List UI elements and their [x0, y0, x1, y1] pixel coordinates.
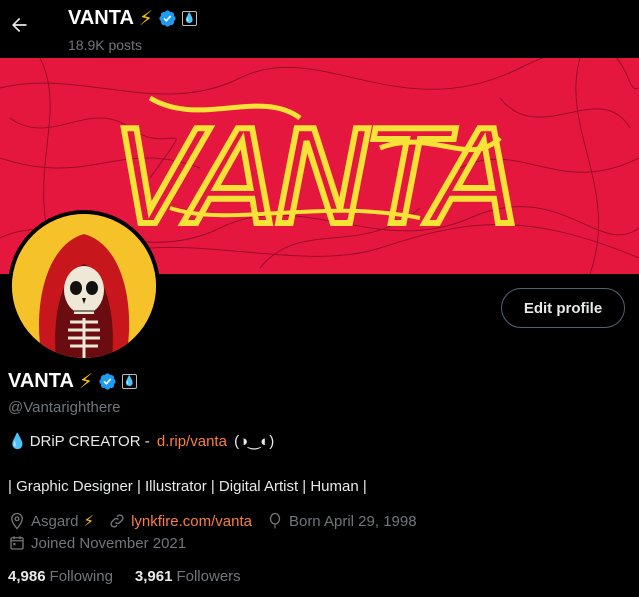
posts-count: 18.9K posts	[68, 37, 142, 53]
drop-badge-icon[interactable]: 💧	[121, 374, 137, 389]
website-link[interactable]: lynkfire.com/vanta	[131, 513, 252, 530]
drop-badge-icon[interactable]: 💧	[181, 11, 197, 26]
profile-handle: @Vantarighthere	[8, 399, 121, 416]
website-item: lynkfire.com/vanta	[108, 512, 252, 530]
profile-name-emoji: ⚡	[78, 371, 93, 393]
header-title-row: VANTA ⚡ 💧	[68, 6, 197, 31]
profile-name: VANTA	[8, 370, 74, 392]
top-bar: VANTA ⚡ 💧 18.9K posts	[0, 0, 639, 58]
profile-meta-row: Asgard ⚡ lynkfire.com/vanta Born April 2…	[8, 512, 431, 530]
joined-row: Joined November 2021	[8, 534, 200, 552]
joined-item: Joined November 2021	[8, 534, 186, 552]
location-pin-icon	[11, 512, 23, 530]
calendar-icon	[10, 536, 24, 550]
avatar-image	[12, 214, 156, 358]
location-item: Asgard ⚡	[8, 512, 94, 530]
following-link[interactable]: 4,986 Following	[8, 568, 113, 585]
link-icon	[110, 514, 124, 528]
followers-link[interactable]: 3,961 Followers	[135, 568, 241, 585]
location-emoji: ⚡	[83, 513, 95, 530]
followers-count: 3,961	[134, 568, 173, 585]
bio-text: DRiP CREATOR -	[29, 432, 154, 450]
droplet-emoji: 💧	[8, 433, 27, 450]
birthday-item: Born April 29, 1998	[266, 512, 417, 530]
arrow-left-icon	[12, 17, 27, 33]
avatar[interactable]	[8, 210, 160, 362]
joined-text: Joined November 2021	[31, 534, 187, 552]
birthday-text: Born April 29, 1998	[288, 512, 417, 530]
back-button[interactable]	[8, 14, 30, 36]
bio-line-1: 💧 DRiP CREATOR - d.rip/vanta (◑‿◐)	[8, 432, 275, 451]
banner-text: VANTA	[114, 102, 517, 254]
profile-name-row: VANTA ⚡ 💧	[8, 369, 137, 394]
bio-line-2: | Graphic Designer | Illustrator | Digit…	[8, 478, 367, 495]
following-count: 4,986	[8, 568, 46, 585]
balloon-icon	[269, 512, 281, 529]
follow-stats: 4,986 Following 3,961 Followers	[8, 568, 241, 585]
edit-profile-button[interactable]: Edit profile	[501, 288, 625, 328]
following-label: Following	[49, 568, 113, 585]
verified-badge-icon[interactable]	[98, 372, 117, 391]
bio-face: (◑‿◐)	[229, 433, 275, 450]
header-title: VANTA	[68, 7, 134, 29]
header-title-emoji: ⚡	[138, 8, 153, 30]
location-text: Asgard	[31, 512, 79, 530]
followers-label: Followers	[176, 568, 241, 585]
verified-badge-icon[interactable]	[158, 9, 177, 28]
bio-link[interactable]: d.rip/vanta	[157, 433, 227, 450]
skull-hood-illustration	[12, 214, 156, 358]
